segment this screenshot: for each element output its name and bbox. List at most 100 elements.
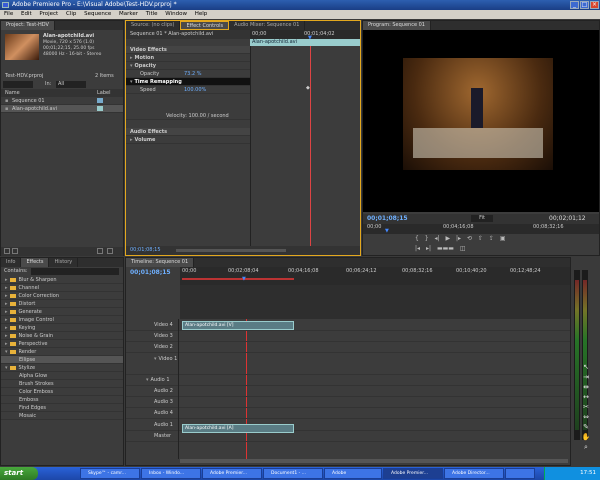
menu-help[interactable]: Help bbox=[195, 11, 208, 17]
effect-folder[interactable]: ▸ Distort bbox=[1, 300, 123, 308]
tab-effect-controls[interactable]: Effect Controls bbox=[180, 21, 230, 30]
effect-folder[interactable]: ▾ Render bbox=[1, 348, 123, 356]
slip-tool-icon[interactable]: ⇔ bbox=[575, 412, 597, 422]
new-item-icon[interactable] bbox=[97, 248, 103, 254]
hand-tool-icon[interactable]: ✋ bbox=[575, 432, 597, 442]
step-back-icon[interactable]: ◂| bbox=[435, 235, 440, 242]
ripple-edit-tool-icon[interactable]: ⇹ bbox=[575, 382, 597, 392]
timeline-ruler[interactable]: 00;00 00;02;08;04 00;04;16;08 00;06;24;1… bbox=[180, 267, 570, 285]
maximize-button[interactable]: □ bbox=[580, 1, 589, 9]
video-clip[interactable]: Alan-apotchild.avi [V] bbox=[182, 321, 294, 330]
effects-search-input[interactable] bbox=[31, 268, 119, 275]
effect-motion[interactable]: ▸ Motion bbox=[126, 54, 250, 62]
effect-item[interactable]: Find Edges bbox=[1, 404, 123, 412]
icon-view-icon[interactable] bbox=[12, 248, 18, 254]
jog-icon[interactable]: ▬▬▬ bbox=[437, 245, 454, 252]
tab-history[interactable]: History bbox=[49, 258, 79, 267]
effect-folder[interactable]: ▸ Image Control bbox=[1, 316, 123, 324]
track-select-tool-icon[interactable]: ⇥ bbox=[575, 372, 597, 382]
pen-tool-icon[interactable]: ✎ bbox=[575, 422, 597, 432]
razor-tool-icon[interactable]: ✂ bbox=[575, 402, 597, 412]
track-header-audio4[interactable]: Audio 4 bbox=[126, 408, 570, 419]
ec-clip-bar[interactable]: Alan-apotchild.avi bbox=[250, 39, 360, 46]
tab-info[interactable]: Info bbox=[1, 258, 22, 267]
fit-select[interactable]: Fit bbox=[471, 215, 493, 222]
loop-icon[interactable]: ⟲ bbox=[467, 235, 472, 242]
track-header-audio1[interactable]: ▾ Audio 1 bbox=[126, 375, 570, 386]
col-label[interactable]: Label bbox=[97, 89, 111, 97]
playhead-icon[interactable]: ▼ bbox=[242, 276, 246, 282]
effect-item[interactable]: Color Emboss bbox=[1, 388, 123, 396]
extract-icon[interactable]: ⇪ bbox=[489, 235, 494, 242]
work-area-bar[interactable] bbox=[182, 278, 294, 280]
trim-icon[interactable]: ◫ bbox=[460, 245, 466, 252]
taskbar-button[interactable] bbox=[505, 468, 535, 479]
menu-file[interactable]: File bbox=[4, 11, 13, 17]
tab-effects[interactable]: Effects bbox=[21, 258, 50, 267]
menu-window[interactable]: Window bbox=[165, 11, 187, 17]
effect-folder[interactable]: ▸ Noise & Grain bbox=[1, 332, 123, 340]
ec-ruler[interactable]: 00;00 00;01;04;02 ▼ bbox=[250, 30, 360, 41]
play-icon[interactable]: ▶ bbox=[445, 235, 450, 242]
menu-edit[interactable]: Edit bbox=[21, 11, 32, 17]
effect-folder[interactable]: ▾ Stylize bbox=[1, 364, 123, 372]
effect-folder[interactable]: ▸ Perspective bbox=[1, 340, 123, 348]
taskbar-button[interactable]: Adobe Director... bbox=[444, 468, 504, 479]
effect-folder[interactable]: ▸ Color Correction bbox=[1, 292, 123, 300]
effect-item[interactable]: Alpha Glow bbox=[1, 372, 123, 380]
taskbar-button[interactable]: Skype™ - camr... bbox=[80, 468, 140, 479]
tab-source[interactable]: Source: (no clips) bbox=[126, 21, 181, 30]
ec-zoom-slider[interactable] bbox=[176, 249, 286, 252]
track-header-audio2[interactable]: Audio 2 bbox=[126, 386, 570, 397]
program-ruler[interactable]: 00;00 00;04;16;08 00;08;32;16 ▼ bbox=[363, 224, 599, 234]
effect-folder[interactable]: ▸ Keying bbox=[1, 324, 123, 332]
export-frame-icon[interactable]: ▣ bbox=[500, 235, 506, 242]
mark-out-icon[interactable]: } bbox=[425, 235, 429, 242]
in-select[interactable]: All bbox=[56, 81, 86, 88]
go-to-in-icon[interactable]: |◂ bbox=[415, 245, 420, 252]
track-header-video2[interactable]: Video 2 bbox=[126, 342, 570, 353]
selection-tool-icon[interactable]: ↖ bbox=[575, 362, 597, 372]
track-header-audio3[interactable]: Audio 3 bbox=[126, 397, 570, 408]
effect-folder[interactable]: ▸ Channel bbox=[1, 284, 123, 292]
effect-folder[interactable]: ▸ Generate bbox=[1, 308, 123, 316]
close-button[interactable]: × bbox=[590, 1, 599, 9]
menu-project[interactable]: Project bbox=[39, 11, 58, 17]
audio-clip[interactable]: Alan-apotchild.avi [A] bbox=[182, 424, 294, 433]
playhead-icon[interactable]: ▼ bbox=[385, 228, 389, 234]
track-header-video3[interactable]: Video 3 bbox=[126, 331, 570, 342]
taskbar-button[interactable]: Document1 - ... bbox=[263, 468, 323, 479]
col-name[interactable]: Name bbox=[5, 90, 20, 96]
mark-in-icon[interactable]: { bbox=[415, 235, 419, 242]
tab-program[interactable]: Program: Sequence 01 bbox=[363, 21, 431, 30]
trash-icon[interactable] bbox=[107, 248, 113, 254]
effect-volume[interactable]: ▸ Volume bbox=[126, 136, 250, 144]
track-header-video1[interactable]: ▾ Video 1 bbox=[126, 353, 570, 375]
start-button[interactable]: start bbox=[0, 467, 38, 480]
effect-opacity[interactable]: ▾ Opacity bbox=[126, 62, 250, 70]
effect-item[interactable]: Brush Strokes bbox=[1, 380, 123, 388]
list-item[interactable]: ▪ Alan-apotchild.avi bbox=[1, 105, 123, 113]
effect-item[interactable]: Mosaic bbox=[1, 412, 123, 420]
menu-title[interactable]: Title bbox=[146, 11, 158, 17]
taskbar-button[interactable]: Adobe Premier... bbox=[383, 468, 443, 479]
list-view-icon[interactable] bbox=[4, 248, 10, 254]
effect-folder[interactable]: ▸ Blur & Sharpen bbox=[1, 276, 123, 284]
taskbar-button[interactable]: Adobe Premier... bbox=[202, 468, 262, 479]
taskbar-button[interactable]: Adobe bbox=[324, 468, 382, 479]
keyframe-icon[interactable]: ◆ bbox=[306, 85, 310, 91]
menu-sequence[interactable]: Sequence bbox=[84, 11, 111, 17]
taskbar-button[interactable]: Inbox - Windo... bbox=[141, 468, 201, 479]
rate-stretch-tool-icon[interactable]: ↔ bbox=[575, 392, 597, 402]
menu-clip[interactable]: Clip bbox=[66, 11, 76, 17]
timeline-scrollbar[interactable] bbox=[180, 459, 568, 463]
list-item[interactable]: ▪ Sequence 01 bbox=[1, 97, 123, 105]
search-input[interactable] bbox=[3, 81, 33, 88]
tab-timeline[interactable]: Timeline: Sequence 01 bbox=[126, 258, 195, 267]
effect-time-remapping[interactable]: ▾ Time Remapping bbox=[126, 78, 250, 86]
speed-value[interactable]: 100.00% bbox=[184, 86, 206, 94]
tab-project[interactable]: Project: Test-HDV bbox=[1, 21, 55, 30]
opacity-value[interactable]: 73.2 % bbox=[184, 70, 201, 78]
go-to-out-icon[interactable]: ▸| bbox=[426, 245, 431, 252]
minimize-button[interactable]: _ bbox=[570, 1, 579, 9]
